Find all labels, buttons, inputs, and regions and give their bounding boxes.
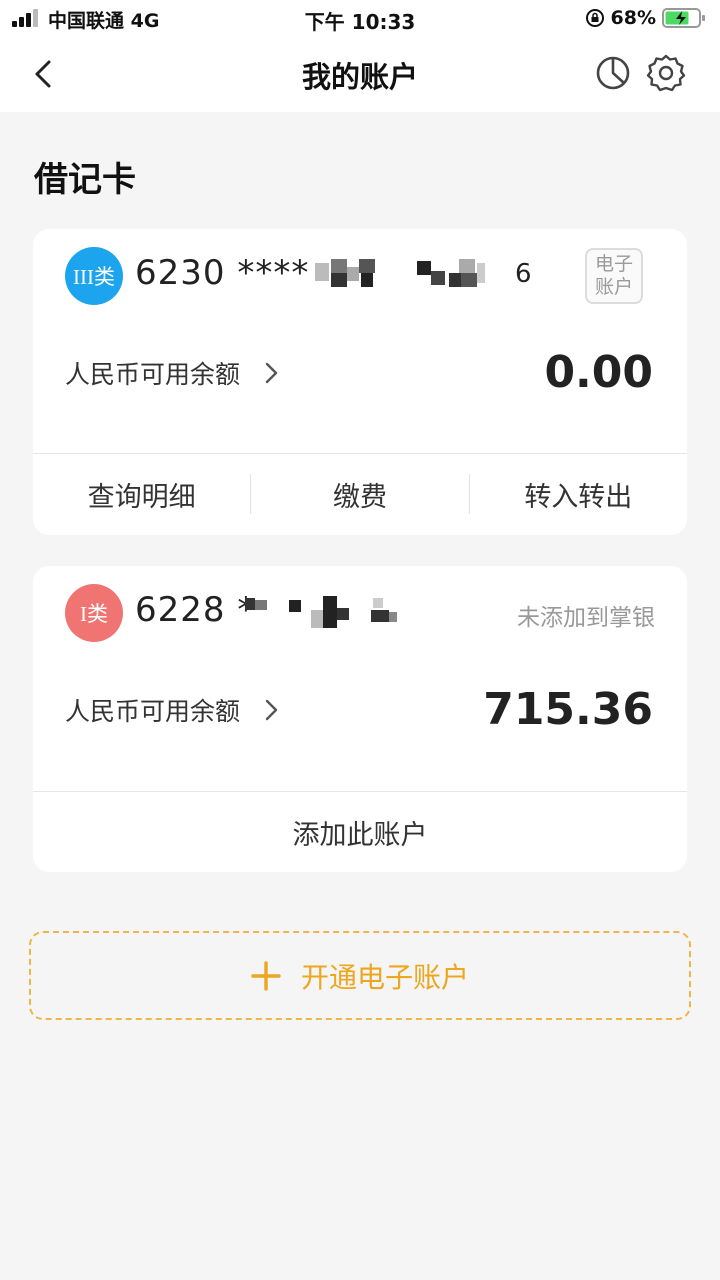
balance-link[interactable]: 人民币可用余额 [65, 355, 282, 391]
chevron-right-icon [265, 699, 278, 721]
balance-label: 人民币可用余额 [65, 360, 241, 389]
balance-value: 0.00 [544, 347, 653, 398]
account-card: III类 6230 **** 6 电子 账户 人民币可用余额 0.00 查询明细… [33, 229, 687, 535]
gear-icon[interactable] [646, 53, 686, 93]
masked-digits [245, 596, 405, 628]
balance-value: 715.36 [483, 684, 653, 735]
balance-label: 人民币可用余额 [65, 697, 241, 726]
section-title: 借记卡 [34, 160, 136, 200]
account-class-badge: III类 [65, 247, 123, 305]
account-number-tail: 6 [515, 259, 533, 289]
battery-icon [662, 8, 705, 28]
pay-bills-button[interactable]: 缴费 [251, 454, 468, 534]
masked-digits [309, 259, 509, 291]
account-class-badge: I类 [65, 584, 123, 642]
status-bar: 中国联通 4G 下午 10:33 68% [0, 0, 720, 36]
plus-icon [251, 960, 281, 991]
pie-chart-icon[interactable] [594, 54, 632, 92]
status-right: 68% [585, 6, 706, 30]
open-e-account-button[interactable]: 开通电子账户 [29, 931, 691, 1020]
chevron-right-icon [265, 362, 278, 384]
query-details-button[interactable]: 查询明细 [33, 454, 250, 534]
battery-percent: 68% [610, 7, 656, 29]
account-card: I类 6228 * 未添加到掌银 人民币可用余额 715.36 添加此账户 [33, 566, 687, 872]
add-account-button[interactable]: 添加此账户 [33, 792, 687, 872]
nav-bar: 我的账户 [0, 36, 720, 112]
transfer-button[interactable]: 转入转出 [470, 454, 687, 534]
account-number: 6230 **** [135, 253, 310, 293]
card-actions: 查询明细 缴费 转入转出 [33, 454, 687, 534]
e-account-tag: 电子 账户 [585, 248, 643, 304]
account-number: 6228 * [135, 590, 256, 630]
status-label: 未添加到掌银 [517, 605, 655, 631]
balance-link[interactable]: 人民币可用余额 [65, 692, 282, 728]
open-e-account-label: 开通电子账户 [300, 960, 469, 994]
rotation-lock-icon [585, 9, 604, 27]
